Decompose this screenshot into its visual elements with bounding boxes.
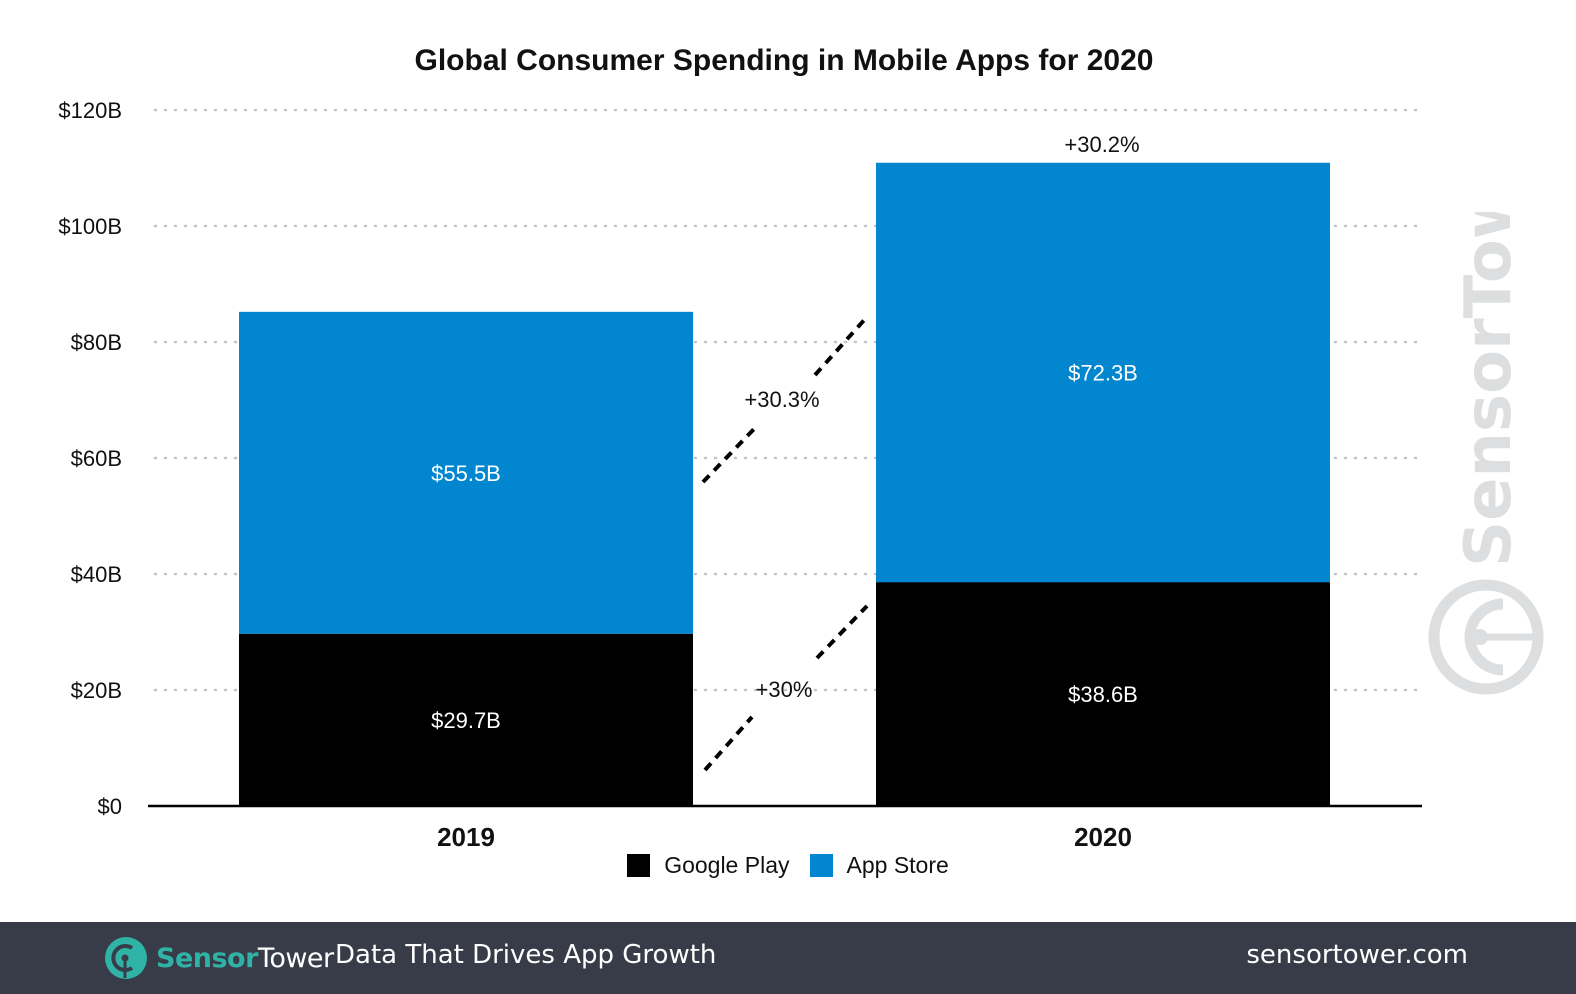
footer-bar: SensorTower Data That Drives App Growth … bbox=[0, 922, 1576, 994]
annotation-app-store-growth: +30.3% bbox=[744, 387, 819, 412]
sensortower-logo-icon bbox=[105, 937, 147, 979]
y-tick-label: $20B bbox=[71, 678, 122, 703]
legend-item-google-play: Google Play bbox=[627, 852, 790, 879]
footer-brand-name: SensorTower bbox=[156, 943, 334, 974]
annotation-google-play-growth: +30% bbox=[756, 677, 813, 702]
y-tick-label: $120B bbox=[58, 98, 122, 123]
x-tick-label: 2020 bbox=[1074, 822, 1132, 852]
y-tick-label: $80B bbox=[71, 330, 122, 355]
growth-connectors bbox=[701, 316, 869, 772]
legend-swatch-app-store bbox=[809, 854, 833, 877]
legend-label-app-store: App Store bbox=[846, 852, 949, 878]
growth-connector-line bbox=[815, 604, 869, 660]
y-tick-label: $100B bbox=[58, 214, 122, 239]
y-axis-ticks: $0 $20B $40B $60B $80B $100B $120B bbox=[58, 98, 122, 819]
footer-tagline: Data That Drives App Growth bbox=[335, 940, 717, 970]
y-tick-label: $0 bbox=[98, 794, 122, 819]
y-tick-label: $60B bbox=[71, 446, 122, 471]
x-axis-ticks: 2019 2020 bbox=[437, 822, 1132, 852]
growth-connector-line bbox=[701, 426, 757, 484]
legend-label-google-play: Google Play bbox=[664, 852, 790, 878]
bars bbox=[239, 162, 1330, 806]
bar-value-label: $72.3B bbox=[1068, 360, 1138, 385]
growth-connector-line bbox=[703, 715, 754, 772]
legend-item-app-store: App Store bbox=[809, 852, 949, 879]
y-tick-label: $40B bbox=[71, 562, 122, 587]
growth-connector-line bbox=[813, 316, 868, 377]
footer-brand: SensorTower bbox=[104, 936, 334, 980]
bar-value-label: $29.7B bbox=[431, 708, 501, 733]
legend-swatch-google-play bbox=[627, 854, 651, 877]
bar-value-label: $38.6B bbox=[1068, 682, 1138, 707]
legend: Google Play App Store bbox=[0, 852, 1576, 879]
brand-sensor: Sensor bbox=[156, 942, 258, 974]
x-tick-label: 2019 bbox=[437, 822, 495, 852]
chart: Global Consumer Spending in Mobile Apps … bbox=[58, 44, 1424, 852]
watermark-text: SensorTower bbox=[1452, 212, 1526, 567]
chart-title: Global Consumer Spending in Mobile Apps … bbox=[415, 44, 1154, 77]
brand-tower: Tower bbox=[257, 942, 334, 974]
sensortower-watermark: SensorTower bbox=[1428, 212, 1544, 695]
footer-website-link[interactable]: sensortower.com bbox=[1246, 940, 1468, 970]
bar-value-label: $55.5B bbox=[431, 461, 501, 486]
watermark-logo-icon bbox=[1428, 579, 1544, 695]
annotation-total-growth: +30.2% bbox=[1064, 132, 1139, 157]
